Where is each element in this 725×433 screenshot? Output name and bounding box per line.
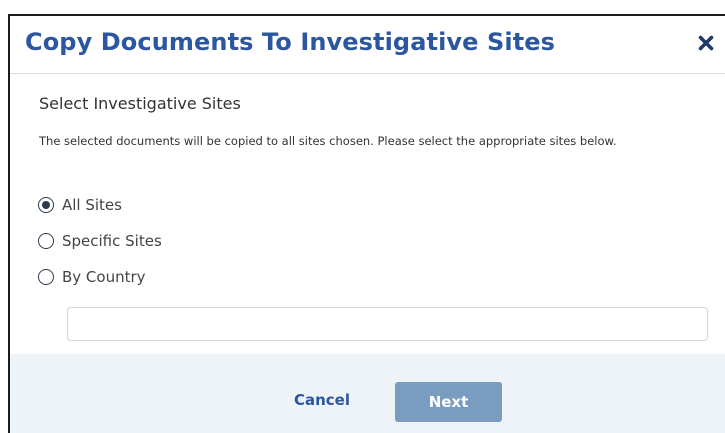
site-selection-input[interactable] bbox=[67, 307, 708, 341]
option-label: All Sites bbox=[62, 196, 122, 214]
close-icon[interactable] bbox=[697, 34, 715, 52]
dialog-footer: Cancel Next bbox=[10, 354, 725, 433]
radio-by-country[interactable] bbox=[38, 269, 54, 285]
option-specific-sites[interactable]: Specific Sites bbox=[38, 230, 162, 252]
radio-all-sites[interactable] bbox=[38, 197, 54, 213]
next-button[interactable]: Next bbox=[395, 382, 502, 422]
radio-specific-sites[interactable] bbox=[38, 233, 54, 249]
dialog-body: Select Investigative Sites The selected … bbox=[10, 74, 725, 354]
option-all-sites[interactable]: All Sites bbox=[38, 194, 122, 216]
option-label: By Country bbox=[62, 268, 146, 286]
dialog-header: Copy Documents To Investigative Sites bbox=[10, 16, 725, 74]
option-by-country[interactable]: By Country bbox=[38, 266, 146, 288]
option-label: Specific Sites bbox=[62, 232, 162, 250]
description-text: The selected documents will be copied to… bbox=[39, 134, 617, 148]
dialog-title: Copy Documents To Investigative Sites bbox=[25, 28, 556, 56]
copy-documents-dialog: Copy Documents To Investigative Sites Se… bbox=[8, 14, 725, 433]
cancel-button[interactable]: Cancel bbox=[278, 382, 366, 418]
section-heading: Select Investigative Sites bbox=[39, 94, 241, 113]
